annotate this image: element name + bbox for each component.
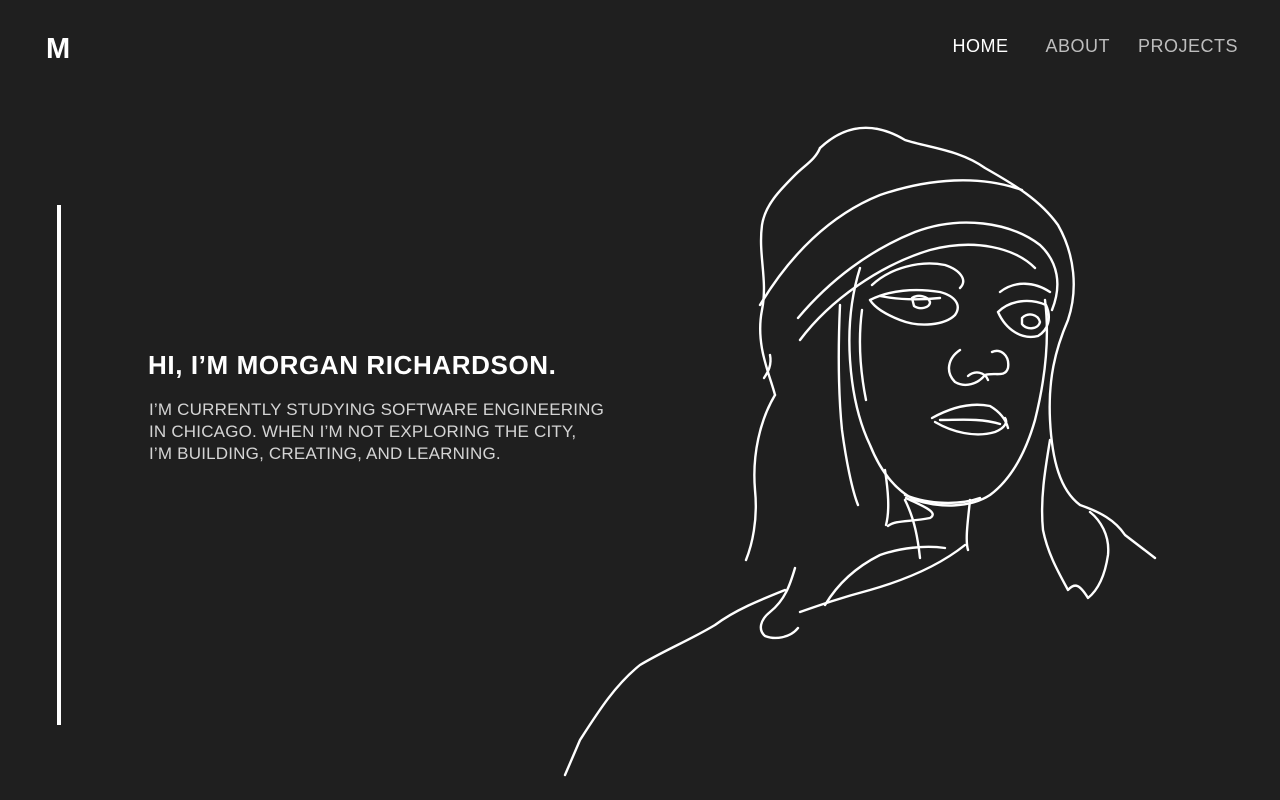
line-art-portrait [563, 126, 1157, 777]
main-nav: HOME ABOUT PROJECTS [952, 36, 1238, 57]
nav-projects[interactable]: PROJECTS [1138, 36, 1238, 57]
chest-line [823, 545, 947, 607]
neck-right [965, 498, 972, 552]
nose [947, 348, 1010, 386]
hero-title: HI, I’M MORGAN RICHARDSON. [148, 350, 557, 380]
hand-shape [759, 566, 800, 640]
upper-lip [930, 403, 1010, 430]
home-page: M HOME ABOUT PROJECTS HI, I’M MORGAN RIC… [0, 0, 1280, 800]
vertical-accent-line [57, 205, 61, 725]
hood-left-edge [758, 146, 822, 397]
right-strand [1040, 438, 1110, 600]
nostril [966, 371, 990, 382]
hood-cord-inner [858, 308, 868, 402]
strand-left [744, 393, 777, 562]
lip-line [938, 418, 1002, 426]
face-left [848, 266, 917, 502]
logo[interactable]: M [46, 33, 71, 66]
left-eye-lid [878, 294, 942, 301]
nav-about[interactable]: ABOUT [1045, 36, 1110, 57]
hood-brim-inner [796, 221, 1059, 320]
face-right [913, 298, 1049, 507]
hood-outline [818, 126, 1157, 560]
nav-home[interactable]: HOME [952, 36, 1008, 57]
right-pupil [1020, 313, 1042, 330]
right-eye [996, 299, 1050, 339]
left-pupil [910, 294, 932, 310]
right-eye-brow [998, 282, 1052, 294]
shoulder-left [563, 588, 787, 777]
